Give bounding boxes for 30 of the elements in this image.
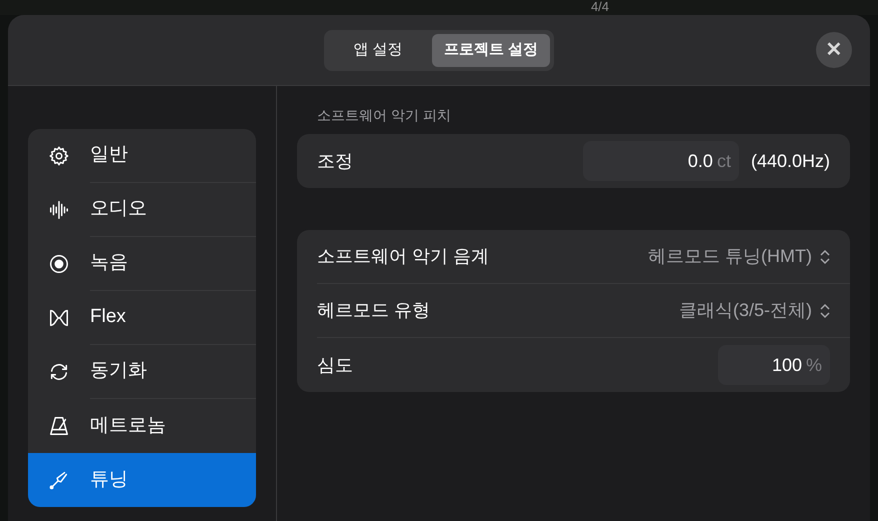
setting-label: 조정 xyxy=(317,150,354,172)
waveform-icon xyxy=(48,199,70,221)
flex-icon xyxy=(48,307,70,329)
setting-label: 헤르모드 유형 xyxy=(317,299,432,322)
chevron-updown-icon xyxy=(820,302,830,318)
popup-menu[interactable]: 헤르모드 튜닝(HMT) xyxy=(648,243,830,270)
time-signature: 4/4 xyxy=(590,0,610,15)
record-icon xyxy=(48,253,70,275)
sidebar-item[interactable]: 튜닝 xyxy=(28,453,256,507)
metronome-icon xyxy=(48,415,70,437)
sidebar-item[interactable]: Flex xyxy=(28,291,256,345)
sync-icon xyxy=(48,361,70,383)
number-field[interactable]: 100 % xyxy=(718,345,830,385)
number-field[interactable]: 0.0 ct xyxy=(582,141,739,181)
setting-label: 소프트웨어 악기 음계 xyxy=(317,245,490,268)
sidebar-item[interactable]: 메트로놈 xyxy=(28,399,256,453)
sidebar-item[interactable]: 일반 xyxy=(28,129,256,183)
frequency-text: (440.0Hz) xyxy=(750,150,830,173)
chevron-updown-icon xyxy=(820,248,830,264)
sidebar-item[interactable]: 녹음 xyxy=(28,237,256,291)
section-header: 소프트웨어 악기 피치 xyxy=(317,106,452,125)
tuning-fork-icon xyxy=(48,469,70,491)
gear-icon xyxy=(48,145,70,167)
sidebar-item[interactable]: 동기화 xyxy=(28,345,256,399)
segment-tab[interactable]: 앱 설정 xyxy=(328,34,428,66)
setting-label: 심도 xyxy=(317,354,354,376)
segment-tab[interactable]: 프로젝트 설정 xyxy=(432,34,550,66)
popup-menu[interactable]: 클래식(3/5-전체) xyxy=(678,297,830,324)
close-button[interactable]: ✕ xyxy=(816,32,852,68)
sidebar-item[interactable]: 오디오 xyxy=(28,183,256,237)
